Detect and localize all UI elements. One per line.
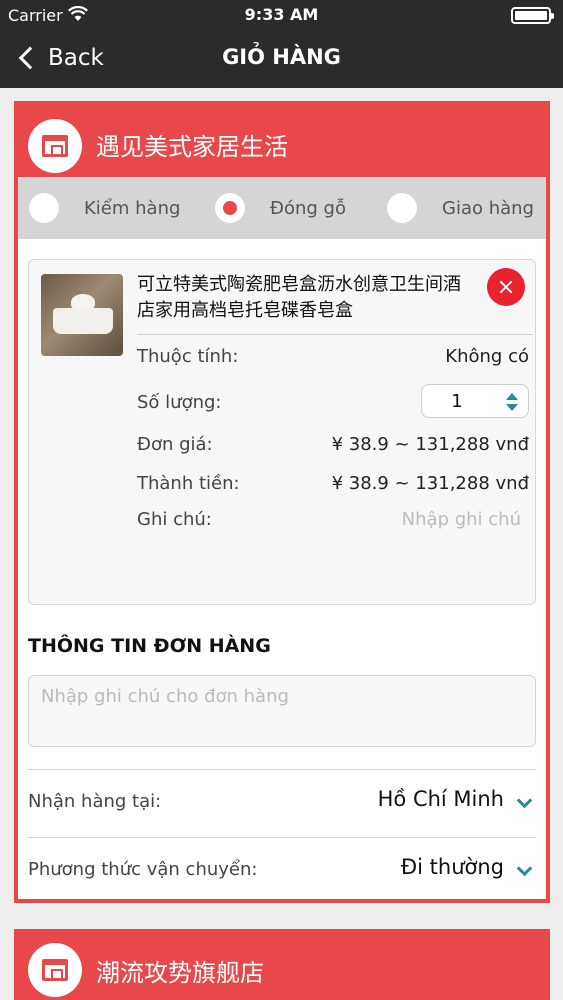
service-options: Kiểm hàng Đóng gỗ Giao hàng — [18, 177, 546, 239]
shop-header[interactable]: 遇见美式家居生活 — [18, 105, 546, 177]
note-label: Ghi chú: — [137, 509, 212, 530]
unit-price-row: Đơn giá: ¥ 38.9 ~ 131,288 vnđ — [137, 430, 529, 460]
quantity-value[interactable]: 1 — [422, 391, 492, 412]
order-note-field[interactable] — [28, 675, 536, 747]
chevron-down-icon[interactable] — [516, 792, 533, 809]
store-icon — [28, 943, 82, 997]
order-info-title: THÔNG TIN ĐƠN HÀNG — [28, 635, 271, 657]
chevron-down-icon[interactable] — [516, 860, 533, 877]
option-dong-go[interactable]: Đóng gỗ — [214, 191, 346, 225]
battery-icon — [511, 7, 554, 24]
receive-value[interactable]: Hồ Chí Minh — [378, 787, 504, 811]
radio-selected-icon[interactable] — [214, 192, 246, 224]
attribute-label: Thuộc tính: — [137, 346, 239, 367]
shipping-method-select[interactable]: Phương thức vận chuyển: Đi thường — [28, 849, 536, 889]
unit-price-label: Đơn giá: — [137, 434, 213, 455]
store-icon — [28, 119, 82, 173]
note-row: Ghi chú: Nhập ghi chú — [137, 505, 529, 535]
receive-label: Nhận hàng tại: — [28, 791, 162, 812]
radio-icon[interactable] — [28, 192, 60, 224]
total-value: ¥ 38.9 ~ 131,288 vnđ — [331, 473, 529, 494]
total-row: Thành tiền: ¥ 38.9 ~ 131,288 vnđ — [137, 469, 529, 499]
note-input[interactable]: Nhập ghi chú — [402, 509, 521, 530]
shipping-label: Phương thức vận chuyển: — [28, 859, 258, 880]
status-bar: Carrier 9:33 AM — [0, 0, 563, 30]
attribute-value: Không có — [445, 346, 529, 367]
stepper-arrows-icon[interactable] — [506, 393, 518, 411]
top-bar: Carrier 9:33 AM Back GIỎ HÀNG — [0, 0, 563, 88]
option-label: Giao hàng — [442, 197, 534, 219]
total-label: Thành tiền: — [137, 473, 240, 494]
product-name[interactable]: 可立特美式陶瓷肥皂盒沥水创意卫生间酒店家用高档皂托皂碟香皂盒 — [137, 272, 477, 324]
product-item: 可立特美式陶瓷肥皂盒沥水创意卫生间酒店家用高档皂托皂碟香皂盒 Thuộc tín… — [28, 259, 536, 605]
quantity-stepper[interactable]: 1 — [421, 384, 529, 418]
option-label: Đóng gỗ — [270, 197, 346, 219]
unit-price-value: ¥ 38.9 ~ 131,288 vnđ — [331, 434, 529, 455]
nav-bar: Back GIỎ HÀNG — [0, 30, 563, 88]
attribute-row: Thuộc tính: Không có — [137, 342, 529, 372]
receive-location-select[interactable]: Nhận hàng tại: Hồ Chí Minh — [28, 781, 536, 821]
quantity-row: Số lượng: 1 — [137, 384, 529, 420]
product-image[interactable] — [41, 274, 123, 356]
option-kiem-hang[interactable]: Kiểm hàng — [28, 191, 180, 225]
shop-header[interactable]: 潮流攻势旗舰店 — [14, 929, 550, 1000]
quantity-label: Số lượng: — [137, 392, 222, 413]
divider — [28, 769, 536, 770]
shop-card: 遇见美式家居生活 Kiểm hàng Đóng gỗ Giao hàng 可立特… — [14, 101, 550, 903]
option-label: Kiểm hàng — [84, 197, 181, 219]
clock: 9:33 AM — [244, 5, 319, 24]
shop-name: 遇见美式家居生活 — [96, 133, 288, 161]
page-title: GIỎ HÀNG — [222, 45, 341, 69]
shop-name: 潮流攻势旗舰店 — [96, 959, 264, 987]
remove-icon[interactable] — [487, 268, 525, 306]
option-giao-hang[interactable]: Giao hàng — [386, 191, 534, 225]
divider — [28, 837, 536, 838]
shipping-value[interactable]: Đi thường — [401, 855, 504, 879]
divider — [137, 334, 533, 335]
radio-icon[interactable] — [386, 192, 418, 224]
